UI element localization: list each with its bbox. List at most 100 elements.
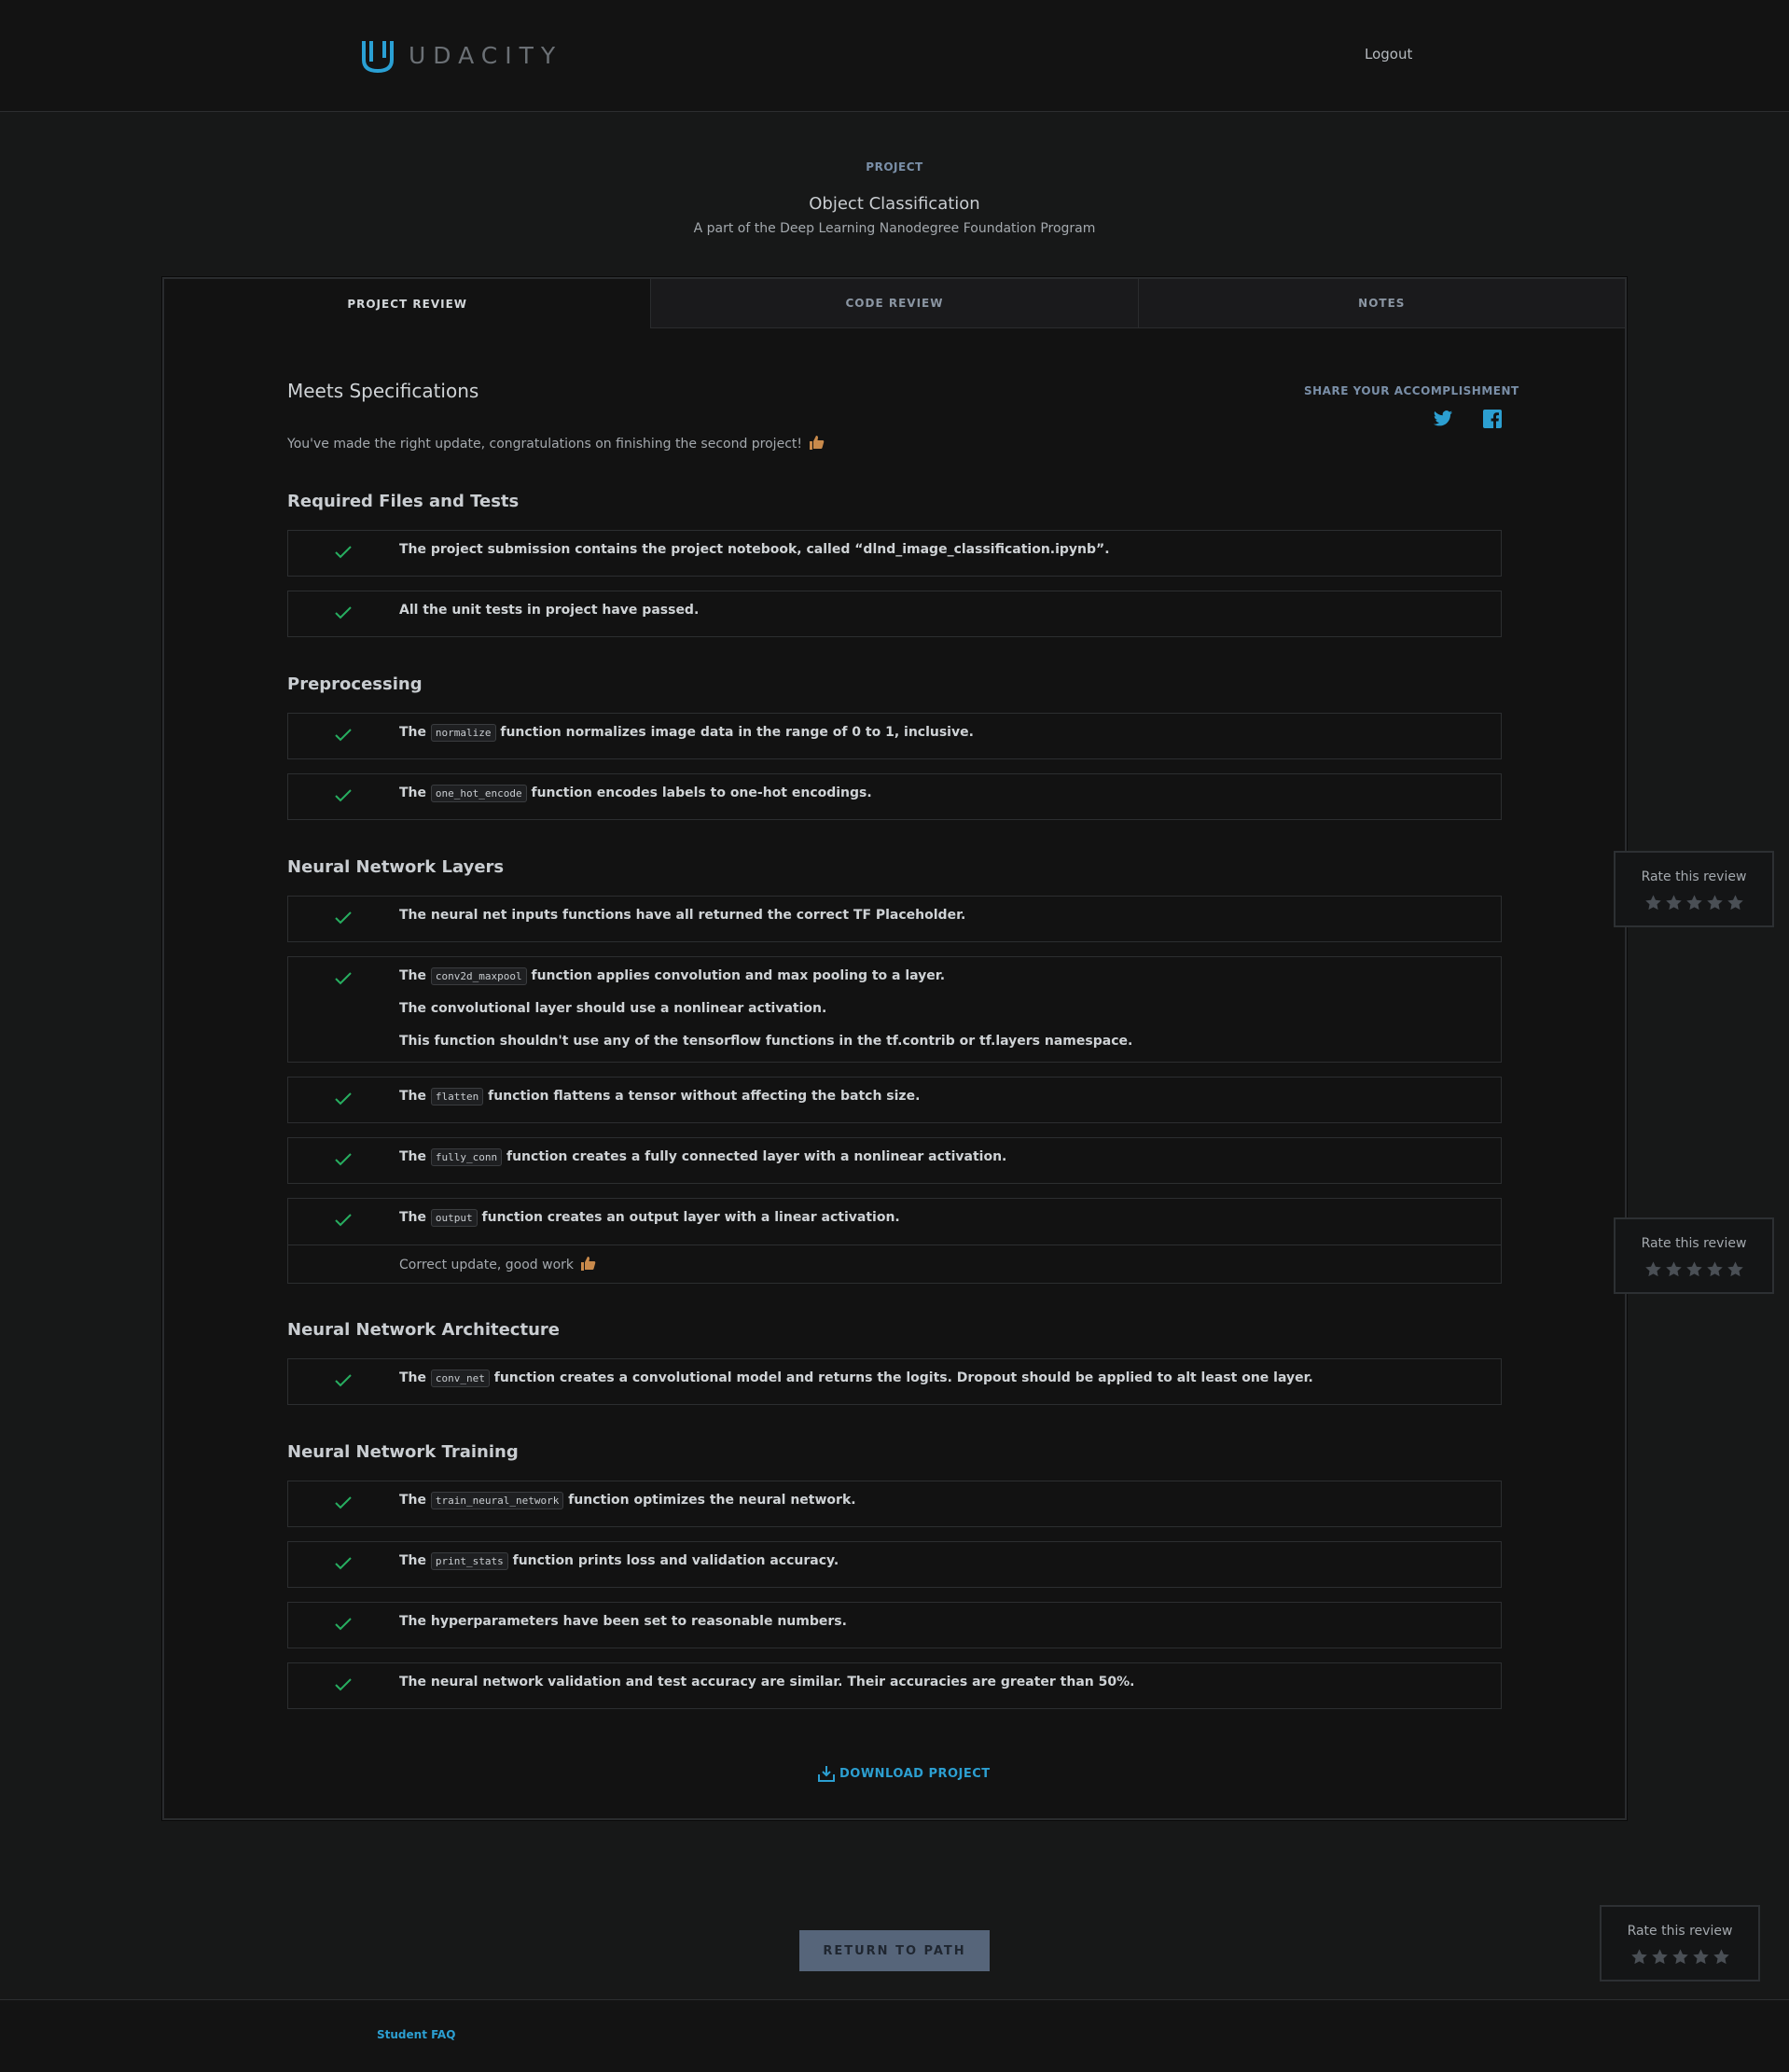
twitter-icon[interactable] (1433, 410, 1453, 428)
section-title-neural-network-layers: Neural Network Layers (287, 857, 505, 877)
check-icon (335, 1678, 352, 1691)
spec-text-post: function creates a fully connected layer… (506, 1149, 1007, 1164)
thumbs-up-icon (808, 434, 825, 454)
star-icon[interactable] (1727, 894, 1744, 911)
spec-item: The output function creates an output la… (287, 1198, 1502, 1284)
star-icon[interactable] (1630, 1948, 1648, 1966)
spec-item: The print_stats function prints loss and… (287, 1541, 1502, 1588)
spec-text-extra: This function shouldn't use any of the t… (399, 1034, 1133, 1049)
check-icon (335, 1092, 352, 1106)
spec-text-extra: The convolutional layer should use a non… (399, 1001, 827, 1016)
spec-text-pre: The (399, 1210, 427, 1225)
footer: Student FAQ (0, 1999, 1789, 2072)
spec-text-pre: The (399, 1493, 427, 1508)
spec-item: The train_neural_network function optimi… (287, 1481, 1502, 1527)
check-icon (335, 789, 352, 802)
spec-text-pre: The (399, 725, 427, 740)
spec-text: The output function creates an output la… (399, 1209, 900, 1227)
check-icon (335, 1214, 352, 1227)
tab-project-review[interactable]: PROJECT REVIEW (164, 279, 651, 328)
spec-text-pre: The (399, 1370, 427, 1385)
star-icon[interactable] (1651, 1948, 1669, 1966)
spec-item: The hyperparameters have been set to rea… (287, 1602, 1502, 1648)
check-icon (335, 1557, 352, 1570)
star-icon[interactable] (1685, 1260, 1703, 1278)
spec-text: The hyperparameters have been set to rea… (399, 1614, 847, 1629)
spec-item: The project submission contains the proj… (287, 530, 1502, 577)
spec-text: The project submission contains the proj… (399, 542, 1110, 557)
spec-text: The flatten function flattens a tensor w… (399, 1088, 921, 1106)
header: UDACITY Logout (0, 0, 1789, 112)
rate-review-widget: Rate this review (1614, 851, 1774, 927)
download-label: DOWNLOAD PROJECT (839, 1766, 991, 1781)
check-icon (335, 972, 352, 985)
spec-text-post: function applies convolution and max poo… (531, 968, 946, 983)
spec-text-post: function creates an output layer with a … (481, 1210, 900, 1225)
spec-text: The normalize function normalizes image … (399, 724, 974, 742)
rating-stars (1630, 1948, 1730, 1966)
spec-item: The neural network validation and test a… (287, 1662, 1502, 1709)
star-icon[interactable] (1644, 1260, 1662, 1278)
spec-text-post: function optimizes the neural network. (568, 1493, 856, 1508)
check-icon (335, 1374, 352, 1387)
star-icon[interactable] (1671, 1948, 1689, 1966)
thumbs-up-icon (579, 1255, 596, 1275)
star-icon[interactable] (1713, 1948, 1730, 1966)
code-snippet: conv_net (430, 1370, 490, 1387)
review-tabs: PROJECT REVIEW CODE REVIEW NOTES (164, 279, 1625, 328)
spec-text: All the unit tests in project have passe… (399, 603, 700, 618)
star-icon[interactable] (1727, 1260, 1744, 1278)
spec-text-post: function prints loss and validation accu… (512, 1553, 839, 1568)
spec-item: The conv2d_maxpool function applies conv… (287, 956, 1502, 1063)
student-faq-link[interactable]: Student FAQ (377, 2028, 455, 2041)
udacity-logo-icon (362, 41, 394, 74)
rating-stars (1644, 1260, 1744, 1278)
section-title-neural-network-architecture: Neural Network Architecture (287, 1320, 560, 1340)
reviewer-note: Correct update, good work (288, 1245, 1501, 1284)
section-title-required-files: Required Files and Tests (287, 492, 520, 511)
spec-text-pre: The (399, 968, 427, 983)
code-snippet: normalize (430, 724, 496, 742)
return-to-path-button[interactable]: RETURN TO PATH (799, 1930, 990, 1971)
rating-stars (1644, 894, 1744, 911)
star-icon[interactable] (1685, 894, 1703, 911)
spec-text: The print_stats function prints loss and… (399, 1552, 839, 1570)
project-title: Object Classification (809, 194, 980, 214)
star-icon[interactable] (1706, 1260, 1724, 1278)
spec-text: The train_neural_network function optimi… (399, 1492, 856, 1509)
spec-text-pre: The (399, 1089, 427, 1104)
section-title-preprocessing: Preprocessing (287, 674, 423, 694)
tab-notes[interactable]: NOTES (1137, 279, 1625, 328)
code-snippet: train_neural_network (430, 1492, 564, 1509)
reviewer-note-text: Correct update, good work (399, 1255, 596, 1275)
reviewer-note-label: Correct update, good work (399, 1258, 575, 1272)
spec-text-post: function flattens a tensor without affec… (488, 1089, 921, 1104)
rate-review-label: Rate this review (1641, 869, 1747, 884)
spec-item: The flatten function flattens a tensor w… (287, 1077, 1502, 1123)
code-snippet: one_hot_encode (430, 785, 527, 802)
spec-item: The neural net inputs functions have all… (287, 896, 1502, 942)
spec-text-post: function normalizes image data in the ra… (500, 725, 974, 740)
check-icon (335, 1496, 352, 1509)
spec-text: The neural net inputs functions have all… (399, 908, 966, 923)
star-icon[interactable] (1692, 1948, 1710, 1966)
star-icon[interactable] (1706, 894, 1724, 911)
spec-text-post: function creates a convolutional model a… (493, 1370, 1313, 1385)
spec-text: The one_hot_encode function encodes labe… (399, 785, 872, 802)
spec-text: The conv2d_maxpool function applies conv… (399, 967, 946, 985)
spec-item: The one_hot_encode function encodes labe… (287, 773, 1502, 820)
check-icon (335, 546, 352, 559)
logout-link[interactable]: Logout (1365, 46, 1412, 63)
star-icon[interactable] (1644, 894, 1662, 911)
star-icon[interactable] (1665, 894, 1683, 911)
spec-item: The normalize function normalizes image … (287, 713, 1502, 759)
udacity-logo[interactable]: UDACITY (360, 35, 562, 75)
share-label: SHARE YOUR ACCOMPLISHMENT (1304, 384, 1519, 397)
facebook-icon[interactable] (1483, 410, 1502, 428)
code-snippet: output (430, 1209, 478, 1227)
star-icon[interactable] (1665, 1260, 1683, 1278)
review-status: Meets Specifications (287, 380, 479, 402)
download-project-link[interactable]: DOWNLOAD PROJECT (817, 1765, 991, 1782)
tab-code-review[interactable]: CODE REVIEW (650, 279, 1138, 328)
code-snippet: flatten (430, 1088, 484, 1106)
